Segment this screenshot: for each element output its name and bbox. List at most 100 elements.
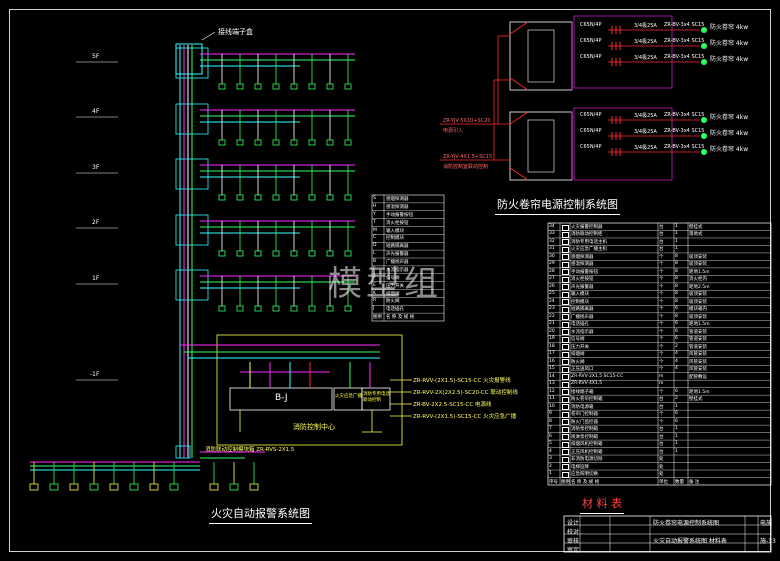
materials-cell: 压力开关 bbox=[571, 344, 589, 350]
materials-symbol-icon bbox=[562, 344, 569, 351]
materials-symbol-icon bbox=[562, 299, 569, 306]
materials-cell: 数量 bbox=[675, 479, 684, 485]
materials-cell: 2 bbox=[675, 343, 678, 349]
materials-cell: 33 bbox=[549, 231, 555, 237]
floor-device bbox=[218, 83, 226, 90]
floor-device bbox=[254, 194, 262, 201]
floor-device bbox=[344, 83, 352, 90]
materials-cell: 消火栓按钮 bbox=[571, 277, 594, 283]
materials-cell: 1 bbox=[675, 433, 678, 439]
materials-cell: 6 bbox=[675, 328, 678, 334]
materials-cell: 风管安装 bbox=[689, 352, 707, 358]
materials-table: 34 火灾报警控制器台 1 壁挂式 33 消防联动控制柜台 1 落地式 32 消防专用电话主机台 1… bbox=[548, 223, 771, 485]
materials-symbol-icon bbox=[562, 351, 569, 358]
materials-symbol-icon bbox=[562, 254, 569, 261]
materials-cell: 18 bbox=[549, 343, 555, 349]
cable-spec-1: ZR-RVV-(2X1.5)-SC15-CC 火灾报警线 bbox=[413, 378, 511, 384]
materials-cell: 1 bbox=[675, 231, 678, 237]
materials-symbol-icon bbox=[562, 456, 569, 463]
materials-cell: 30 bbox=[549, 253, 555, 259]
title-block-no: 施-13 bbox=[760, 538, 776, 545]
materials-cell: 22 bbox=[549, 313, 555, 319]
materials-cell: 21 bbox=[549, 321, 555, 327]
materials-cell: 34 bbox=[549, 224, 555, 229]
floor-device bbox=[308, 194, 316, 201]
circuit-rating: 3/4极25A bbox=[634, 129, 657, 135]
materials-symbol-icon bbox=[562, 449, 569, 456]
materials-cell: 个 bbox=[659, 314, 664, 320]
bottom-device bbox=[129, 483, 139, 491]
materials-cell: ZR-RVV-4X1.5 bbox=[571, 381, 603, 387]
materials-cell: 短路隔离器 bbox=[571, 307, 594, 313]
materials-symbol-icon bbox=[562, 336, 569, 343]
materials-symbol-icon bbox=[562, 374, 569, 381]
materials-cell: 管道安装 bbox=[689, 337, 707, 343]
materials-cell: 吸顶安装 bbox=[689, 292, 707, 298]
materials-cell: 6 bbox=[675, 306, 678, 312]
materials-cell: 27 bbox=[549, 276, 555, 282]
bottom-device bbox=[109, 483, 119, 491]
materials-cell: 风管安装 bbox=[689, 367, 707, 373]
materials-symbol-icon bbox=[562, 239, 569, 246]
materials-cell: 6 bbox=[675, 411, 678, 417]
legend-symbol: 图例 bbox=[373, 315, 382, 321]
floor-device bbox=[326, 139, 334, 146]
materials-cell: 排烟风机控制箱 bbox=[571, 442, 603, 448]
materials-cell: 个 bbox=[659, 284, 664, 290]
materials-cell: 1 bbox=[675, 403, 678, 409]
floor-device bbox=[272, 139, 280, 146]
circuit-load: 防火卷帘 4kw bbox=[710, 146, 749, 153]
materials-cell: 个 bbox=[659, 359, 664, 365]
circuit-load: 防火卷帘 4kw bbox=[710, 130, 749, 137]
floor-device bbox=[344, 194, 352, 201]
floor-label-b1: -1F bbox=[90, 371, 100, 378]
materials-cell: 管道安装 bbox=[689, 329, 707, 335]
title-block-row-check: 校对 bbox=[567, 529, 580, 536]
bottom-device bbox=[49, 483, 59, 491]
floor-device bbox=[308, 250, 316, 257]
floor-device bbox=[326, 194, 334, 201]
floor-device bbox=[254, 83, 262, 90]
materials-cell: 管道安装 bbox=[689, 344, 707, 350]
title-block-row-approve: 审定 bbox=[567, 547, 580, 554]
materials-symbol-icon bbox=[562, 366, 569, 373]
materials-cell: 火灾报警控制器 bbox=[571, 225, 603, 230]
circuit-breaker: C65N/4P bbox=[580, 112, 602, 118]
materials-cell: 台 bbox=[659, 404, 664, 410]
materials-cell: 台 bbox=[659, 232, 664, 238]
materials-cell: 应急照明切换 bbox=[571, 472, 598, 478]
bottom-device bbox=[29, 483, 39, 491]
materials-cell: 6 bbox=[675, 388, 678, 394]
materials-cell: 13 bbox=[549, 381, 555, 387]
floor-device bbox=[290, 250, 298, 257]
materials-cell: 防火卷帘控制箱 bbox=[571, 397, 603, 403]
floor-device bbox=[272, 194, 280, 201]
floor-device bbox=[218, 139, 226, 146]
materials-cell: 个 bbox=[659, 412, 664, 418]
materials-symbol-icon bbox=[562, 404, 569, 411]
materials-symbol-icon bbox=[562, 381, 569, 388]
circuit-breaker: C65N/4P bbox=[580, 22, 602, 28]
floor-device bbox=[236, 250, 244, 257]
materials-symbol-icon bbox=[562, 276, 569, 283]
materials-cell: 台 bbox=[659, 434, 664, 440]
materials-symbol-icon bbox=[562, 261, 569, 268]
materials-cell: 8 bbox=[675, 276, 678, 282]
materials-cell: 1 bbox=[549, 471, 552, 477]
materials-symbol-icon bbox=[562, 246, 569, 253]
cable-spec-3: ZR-BV-2X2.5-SC15-CC 电源线 bbox=[413, 402, 492, 408]
materials-cell: 20 bbox=[549, 328, 555, 334]
materials-title: 材 料 表 bbox=[580, 497, 624, 514]
materials-cell: 8 bbox=[675, 283, 678, 289]
floor-device bbox=[218, 305, 226, 312]
materials-cell: 电话插孔 bbox=[571, 322, 589, 328]
materials-cell: 感温探测器 bbox=[571, 262, 594, 268]
cable-spec-2: ZR-RVV-2X(2X2.5)-SC20-CC 联动控制线 bbox=[413, 390, 518, 396]
materials-cell: 8 bbox=[675, 291, 678, 297]
materials-cell: 排烟阀 bbox=[571, 352, 585, 358]
materials-cell: 火灾应急广播主机 bbox=[571, 247, 607, 253]
materials-cell: 1 bbox=[675, 441, 678, 447]
circuit-cable: ZR-BV-3x4 SC15 bbox=[664, 144, 705, 150]
materials-cell: 17 bbox=[549, 351, 555, 357]
floor-device bbox=[290, 305, 298, 312]
